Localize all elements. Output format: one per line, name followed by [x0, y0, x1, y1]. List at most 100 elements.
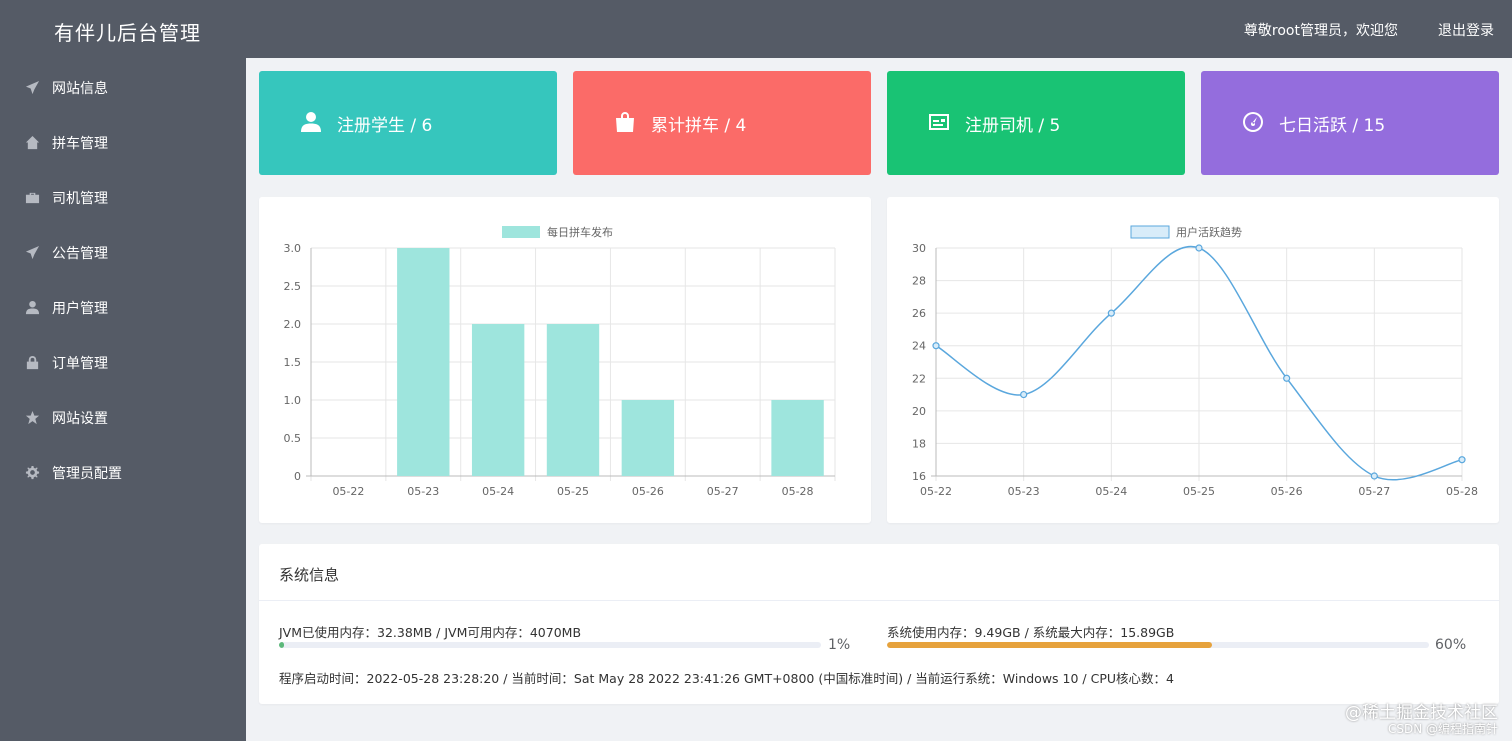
jvm-memory-text: JVM已使用内存：32.38MB / JVM可用内存：4070MB — [279, 625, 582, 640]
x-tick-label: 05-24 — [482, 485, 514, 498]
x-tick-label: 05-28 — [782, 485, 814, 498]
sidebar-item-label: 网站信息 — [52, 80, 108, 97]
top-header: 有伴儿后台管理 尊敬root管理员，欢迎您 退出登录 — [0, 0, 1512, 58]
daily-carpool-bar-chart: 每日拼车发布 0 0.5 1.0 1.5 2.0 2.5 3.0 05-22 05-23 05-24… — [284, 225, 836, 498]
data-point — [1370, 472, 1378, 480]
x-tick-label: 05-27 — [707, 485, 739, 498]
y-tick-label: 2.5 — [284, 280, 302, 293]
x-tick-label: 05-24 — [1095, 485, 1127, 498]
legend-swatch — [502, 226, 540, 238]
sidebar-item-admin-config[interactable]: 管理员配置 — [0, 445, 246, 500]
sidebar-item-carpool[interactable]: 拼车管理 — [0, 115, 246, 170]
sidebar-item-notices[interactable]: 公告管理 — [0, 225, 246, 280]
briefcase-icon — [23, 189, 41, 207]
y-tick-label: 0.5 — [284, 432, 302, 445]
system-memory-progress — [887, 642, 1429, 648]
jvm-memory-progress-fill — [279, 642, 285, 648]
welcome-text: 尊敬root管理员，欢迎您 — [1243, 23, 1398, 39]
paper-plane-icon — [23, 244, 41, 262]
lock-icon — [23, 354, 41, 372]
y-tick-label: 0 — [294, 470, 301, 483]
x-tick-label: 05-28 — [1446, 485, 1478, 498]
data-point — [1283, 374, 1291, 382]
stat-card-drivers[interactable]: 注册司机 / 5 — [887, 71, 1185, 175]
sidebar-item-drivers[interactable]: 司机管理 — [0, 170, 246, 225]
system-info-title: 系统信息 — [279, 566, 340, 584]
bar — [397, 248, 450, 476]
legend-label: 每日拼车发布 — [547, 225, 613, 239]
user-activity-line-chart: 用户活跃趋势 16 18 20 22 24 26 28 30 05-22 05-23 05-24 05-… — [912, 225, 1478, 498]
y-tick-label: 1.5 — [284, 356, 302, 369]
bar — [621, 400, 675, 476]
app-title: 有伴儿后台管理 — [54, 21, 201, 45]
gear-icon — [23, 464, 41, 482]
data-point — [1020, 390, 1028, 399]
x-tick-label: 05-27 — [1358, 485, 1390, 498]
watermark-csdn: CSDN @编程指南针 — [1387, 722, 1498, 736]
sidebar-item-label: 管理员配置 — [52, 465, 122, 482]
sidebar-item-orders[interactable]: 订单管理 — [0, 335, 246, 390]
stat-label: 七日活跃 / 15 — [1279, 115, 1386, 136]
bar — [771, 400, 824, 476]
y-tick-label: 26 — [912, 307, 926, 320]
jvm-memory-percent: 1% — [828, 637, 851, 653]
legend-swatch — [1130, 225, 1170, 239]
bar — [546, 324, 600, 476]
sidebar-item-label: 公告管理 — [52, 245, 108, 262]
y-tick-label: 28 — [912, 275, 926, 288]
system-memory-text: 系统使用内存：9.49GB / 系统最大内存：15.89GB — [887, 625, 1175, 640]
stat-label: 注册学生 / 6 — [337, 115, 433, 136]
runtime-info-text: 程序启动时间：2022-05-28 23:28:20 / 当前时间：Sat Ma… — [279, 671, 1174, 686]
y-tick-label: 20 — [912, 405, 926, 418]
y-tick-label: 2.0 — [284, 318, 302, 331]
daily-carpool-chart-panel: 每日拼车发布 0 0.5 1.0 1.5 2.0 2.5 3.0 05-22 05-23 05-24… — [259, 197, 871, 523]
y-tick-label: 24 — [912, 340, 926, 353]
data-point — [932, 342, 940, 350]
id-card-icon — [927, 110, 953, 136]
sidebar-item-label: 网站设置 — [52, 410, 108, 427]
shopping-bag-icon — [613, 110, 639, 136]
x-tick-label: 05-22 — [920, 485, 952, 498]
data-point — [1458, 456, 1466, 464]
logout-link[interactable]: 退出登录 — [1438, 20, 1494, 40]
y-tick-label: 22 — [912, 372, 926, 385]
x-tick-label: 05-26 — [1271, 485, 1303, 498]
sidebar-item-label: 订单管理 — [52, 355, 108, 372]
stat-label: 累计拼车 / 4 — [651, 115, 747, 136]
x-tick-label: 05-25 — [1183, 485, 1215, 498]
y-tick-label: 3.0 — [284, 242, 302, 255]
y-tick-label: 30 — [912, 242, 926, 255]
sidebar-item-site-settings[interactable]: 网站设置 — [0, 390, 246, 445]
y-tick-label: 18 — [912, 437, 926, 450]
stat-card-active[interactable]: 七日活跃 / 15 — [1201, 71, 1499, 175]
sidebar-item-users[interactable]: 用户管理 — [0, 280, 246, 335]
x-tick-label: 05-22 — [332, 485, 364, 498]
y-tick-label: 1.0 — [284, 394, 302, 407]
home-icon — [23, 134, 41, 152]
legend-label: 用户活跃趋势 — [1176, 225, 1242, 239]
sidebar: 网站信息 拼车管理 司机管理 公告管理 用户管理 订单管理 网站设置 管理员配置 — [0, 58, 246, 741]
star-icon — [23, 409, 41, 427]
data-point — [1195, 244, 1203, 252]
x-tick-label: 05-23 — [1008, 485, 1040, 498]
x-tick-label: 05-25 — [557, 485, 589, 498]
divider — [259, 600, 1499, 601]
data-point — [1107, 309, 1115, 317]
system-memory-progress-fill — [887, 642, 1213, 648]
sidebar-item-label: 拼车管理 — [52, 135, 108, 152]
system-info-panel: 系统信息 JVM已使用内存：32.38MB / JVM可用内存：4070MB 1… — [259, 544, 1499, 704]
paper-plane-icon — [23, 79, 41, 97]
stat-card-carpools[interactable]: 累计拼车 / 4 — [573, 71, 871, 175]
dashboard-icon — [1241, 110, 1267, 136]
jvm-memory-progress — [279, 642, 821, 648]
user-icon — [23, 299, 41, 317]
user-activity-chart-panel: 用户活跃趋势 16 18 20 22 24 26 28 30 05-22 05-23 05-24 05-… — [887, 197, 1499, 523]
sidebar-item-label: 司机管理 — [52, 190, 108, 207]
y-tick-label: 16 — [912, 470, 926, 483]
stat-label: 注册司机 / 5 — [965, 115, 1061, 136]
stat-card-students[interactable]: 注册学生 / 6 — [259, 71, 557, 175]
sidebar-item-site-info[interactable]: 网站信息 — [0, 60, 246, 115]
system-memory-percent: 60% — [1435, 637, 1467, 653]
sidebar-item-label: 用户管理 — [52, 300, 108, 317]
user-icon — [299, 110, 325, 136]
